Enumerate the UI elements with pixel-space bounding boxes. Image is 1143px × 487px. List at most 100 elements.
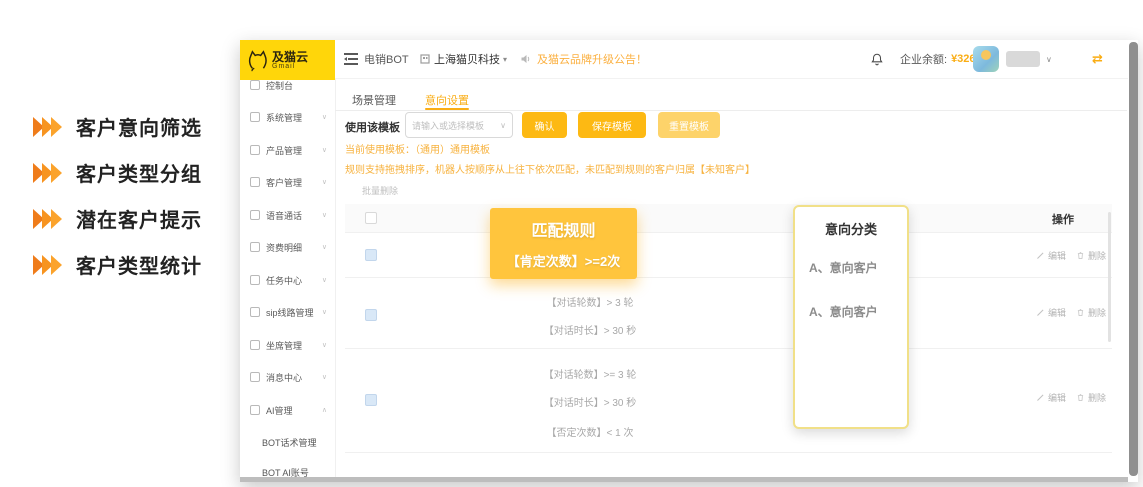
system-icon [250,112,260,122]
brand-logo[interactable]: 及猫云 Gmail [240,40,335,80]
chevron-down-icon: ∨ [322,373,327,381]
announcement-bar[interactable]: 及猫云品牌升级公告！ [520,40,647,78]
sidebar-item-ai-management[interactable]: AI管理 ∧ [240,401,335,419]
trash-icon [1076,308,1085,317]
save-template-button[interactable]: 保存模板 [578,112,646,138]
sidebar-item-agent[interactable]: 坐席管理 ∨ [240,336,335,354]
sidebar-item-system[interactable]: 系统管理 ∨ [240,108,335,126]
sip-icon [250,307,260,317]
cat-logo-icon [246,48,268,72]
page: 客户意向筛选 客户类型分组 潜在客户提示 客户类型统计 及猫云 [0,0,1143,487]
row-checkbox[interactable] [365,309,377,321]
menu-fold-icon[interactable] [344,40,358,78]
app-window: 及猫云 Gmail 控制台 系统管理 ∨ 产品管理 ∨ 客户管理 [240,40,1138,482]
sidebar-item-message-center[interactable]: 消息中心 ∨ [240,368,335,386]
row-divider [345,348,1112,349]
rule-condition: 【对话时长】> 30 秒 [440,394,740,409]
chevron-down-icon: ∨ [322,341,327,349]
switch-account-icon[interactable]: ⇄ [1092,40,1103,78]
avatar [973,46,999,72]
tab-intent-settings[interactable]: 意向设置 [425,92,469,108]
template-select[interactable]: 请输入或选择模板 ∨ [405,112,513,138]
chevron-down-icon: ∨ [322,211,327,219]
chevron-down-icon: ∨ [322,308,327,316]
chevron-down-icon: ∨ [322,243,327,251]
confirm-button[interactable]: 确认 [522,112,567,138]
row-divider [345,232,1112,233]
delete-link[interactable]: 删除 [1076,391,1106,404]
template-select-placeholder: 请输入或选择模板 [412,119,500,132]
edit-link[interactable]: 编辑 [1036,391,1066,404]
chevron-down-icon: ∨ [322,113,327,121]
select-all-checkbox[interactable] [365,212,377,224]
window-bottom-edge [240,477,1128,482]
user-name-block [1006,51,1040,67]
match-rule-callout: 匹配规则 【肯定次数】>=2次 [490,208,637,279]
sidebar-item-voice-call[interactable]: 语音通话 ∨ [240,206,335,224]
sidebar-item-console[interactable]: 控制台 [240,76,335,94]
brand-subtitle: Gmail [272,63,308,70]
row-actions: 编辑 删除 [1036,306,1106,319]
row-checkbox[interactable] [365,394,377,406]
table-scrollbar[interactable] [1108,212,1111,342]
edit-link[interactable]: 编辑 [1036,249,1066,262]
reset-template-button[interactable]: 重置模板 [658,112,720,138]
row-actions: 编辑 删除 [1036,249,1106,262]
pencil-icon [1036,251,1045,260]
sidebar-item-product[interactable]: 产品管理 ∨ [240,141,335,159]
row-checkbox[interactable] [365,249,377,261]
batch-delete-link[interactable]: 批量删除 [362,184,398,197]
intent-category-callout: 意向分类 A、意向客户 A、意向客户 [793,205,909,429]
sidebar-item-sip-line[interactable]: sip线路管理 ∨ [240,303,335,321]
match-rule-condition: 【肯定次数】>=2次 [507,251,620,270]
triple-chevron-icon [32,254,64,276]
chevron-down-icon: ∨ [322,276,327,284]
tab-scene-management[interactable]: 场景管理 [352,92,396,108]
sidebar-item-task-center[interactable]: 任务中心 ∨ [240,271,335,289]
chevron-down-icon: ∨ [322,178,327,186]
row-divider [345,452,1112,453]
current-template-note: 当前使用模板：（通用）通用模板 [345,141,490,156]
match-rule-title: 匹配规则 [531,217,595,241]
delete-link[interactable]: 删除 [1076,306,1106,319]
feature-label: 客户意向筛选 [76,112,202,141]
table-header [345,204,1112,232]
company-switcher[interactable]: 上海猫贝科技 ▾ [420,40,507,78]
product-name: 电销BOT [364,40,409,78]
window-vertical-scrollbar[interactable] [1129,42,1138,476]
delete-link[interactable]: 删除 [1076,249,1106,262]
feature-label: 潜在客户提示 [76,204,202,233]
trash-icon [1076,251,1085,260]
pencil-icon [1036,393,1045,402]
feature-list: 客户意向筛选 客户类型分组 潜在客户提示 客户类型统计 [0,0,240,487]
rule-condition: 【对话轮数】> 3 轮 [440,294,740,309]
trash-icon [1076,393,1085,402]
column-header-actions: 操作 [1028,211,1098,227]
intent-item: A、意向客户 [809,303,878,320]
rule-condition: 【否定次数】< 1 次 [440,424,740,439]
row-divider [345,277,1112,278]
building-icon [420,54,430,64]
sidebar-item-billing[interactable]: 资费明细 ∨ [240,238,335,256]
triple-chevron-icon [32,208,64,230]
user-menu[interactable]: ∨ [973,40,1052,78]
feature-item: 客户类型分组 [32,158,202,187]
notification-bell[interactable] [870,40,884,78]
intent-item: A、意向客户 [809,259,878,276]
rule-condition: 【对话时长】> 30 秒 [440,322,740,337]
use-template-label: 使用该模板 [345,119,400,135]
rule-order-note: 规则支持拖拽排序，机器人按顺序从上往下依次匹配，未匹配到规则的客户归属【未知客户… [345,161,755,176]
dashboard-icon [250,80,260,90]
feature-label: 客户类型统计 [76,250,202,279]
sidebar-item-bot-script[interactable]: BOT话术管理 [240,433,335,451]
caret-down-icon: ∨ [1046,55,1052,64]
intent-title: 意向分类 [795,219,907,238]
product-icon [250,145,260,155]
sidebar-item-customer[interactable]: 客户管理 ∨ [240,173,335,191]
feature-item: 潜在客户提示 [32,204,202,233]
bell-icon [870,52,884,67]
edit-link[interactable]: 编辑 [1036,306,1066,319]
sidebar: 及猫云 Gmail 控制台 系统管理 ∨ 产品管理 ∨ 客户管理 [240,40,336,482]
chevron-up-icon: ∧ [322,406,327,414]
speaker-icon [520,53,532,65]
